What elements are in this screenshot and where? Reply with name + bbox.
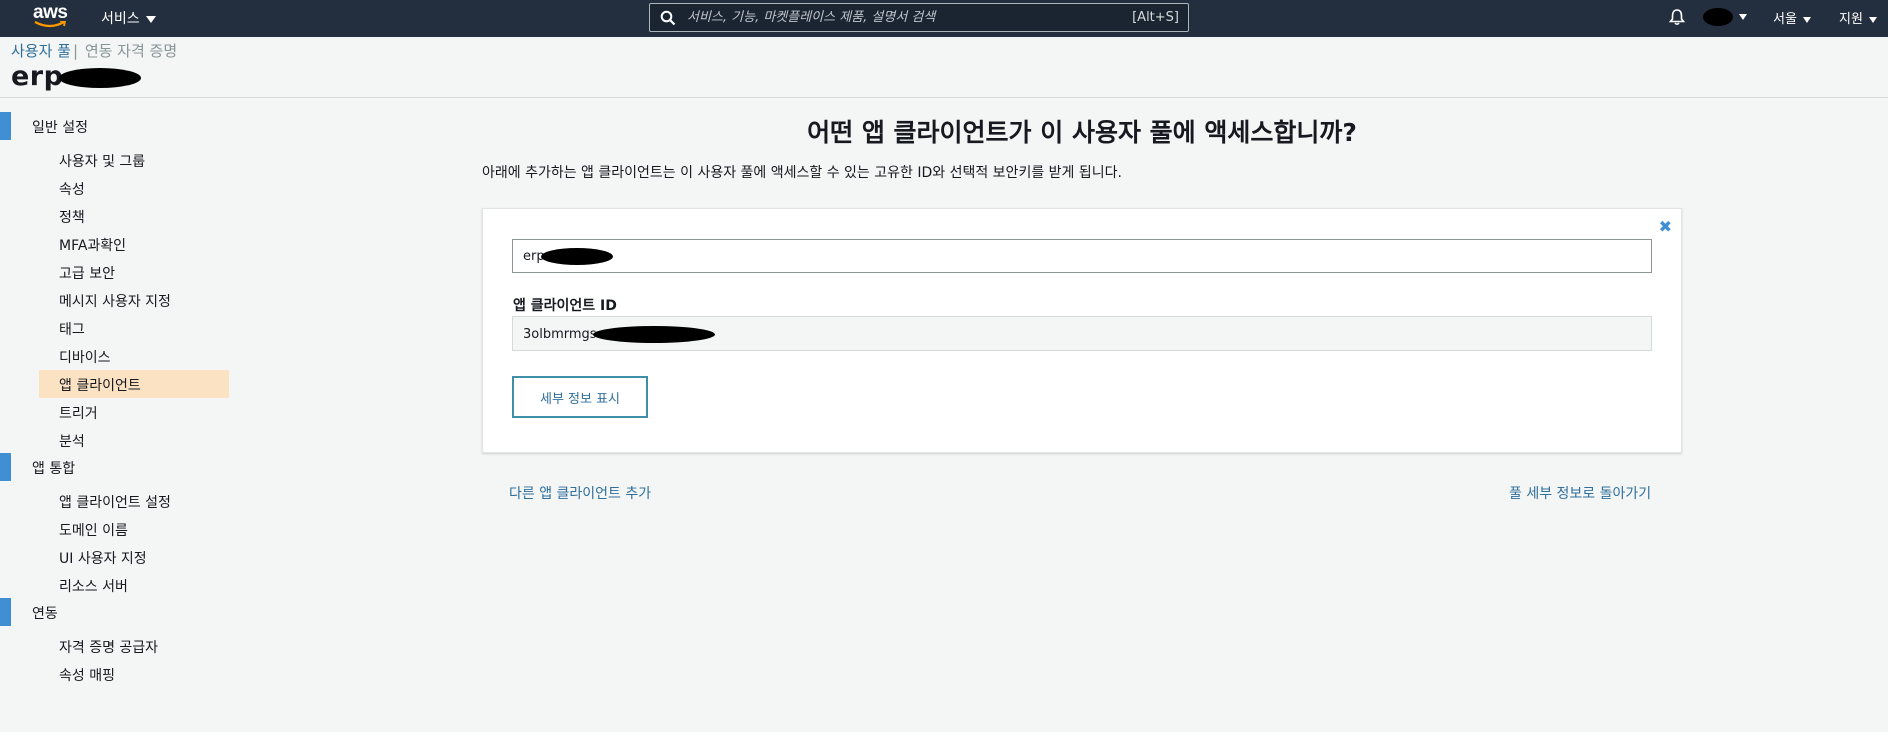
chevron-down-icon [145, 15, 156, 23]
breadcrumb: 사용자 풀 | 연동 자격 증명 [11, 40, 177, 61]
pool-name-text: erp [11, 61, 64, 92]
search-input[interactable] [685, 7, 1105, 28]
sidebar-item-label: 사용자 및 그룹 [59, 154, 146, 170]
redaction-mark [592, 326, 715, 343]
redaction-mark [59, 67, 142, 88]
sidebar-item-tags[interactable]: 태그 [39, 314, 229, 342]
support-menu[interactable]: 지원 [1839, 8, 1877, 27]
bell-icon[interactable] [1668, 8, 1686, 26]
sidebar-item-label: 도메인 이름 [59, 523, 128, 539]
sidebar-section-federation[interactable]: 연동 [0, 598, 240, 626]
aws-logo[interactable]: aws [33, 2, 69, 30]
account-menu[interactable] [1703, 6, 1747, 26]
sidebar-item-label: MFA과확인 [59, 238, 127, 254]
app-client-id-field: 3olbmrmgs [512, 316, 1652, 351]
search-shortcut-hint: [Alt+S] [1132, 10, 1179, 25]
support-label: 지원 [1839, 12, 1863, 27]
sidebar-item-label: 메시지 사용자 지정 [59, 294, 171, 310]
sidebar-item-label: 앱 클라이언트 설정 [59, 495, 171, 511]
main-heading: 어떤 앱 클라이언트가 이 사용자 풀에 액세스합니까? [807, 118, 1357, 147]
sidebar-item-ui-customization[interactable]: UI 사용자 지정 [39, 543, 229, 571]
services-menu[interactable]: 서비스 [101, 8, 156, 28]
sidebar-item-policies[interactable]: 정책 [39, 202, 229, 230]
sidebar-item-label: 정책 [59, 210, 85, 226]
sidebar-item-users-groups[interactable]: 사용자 및 그룹 [39, 146, 229, 174]
add-another-app-client-link[interactable]: 다른 앱 클라이언트 추가 [509, 483, 651, 503]
chevron-down-icon [1739, 13, 1747, 20]
close-icon[interactable]: ✖ [1659, 219, 1672, 235]
sidebar-item-attribute-mapping[interactable]: 속성 매핑 [39, 660, 229, 688]
sidebar-item-label: 태그 [59, 322, 85, 338]
sidebar-section-general[interactable]: 일반 설정 [0, 112, 240, 140]
aws-logo-text: aws [33, 2, 68, 23]
page-title: erp [11, 61, 142, 92]
account-name-redacted [1703, 7, 1733, 26]
sidebar-item-attributes[interactable]: 속성 [39, 174, 229, 202]
app-client-id-value: 3olbmrmgs [523, 327, 597, 342]
sidebar-item-label: 리소스 서버 [59, 579, 128, 595]
sidebar-item-label: 분석 [59, 434, 85, 450]
sidebar-item-identity-providers[interactable]: 자격 증명 공급자 [39, 632, 229, 660]
section-marker [0, 112, 11, 140]
sidebar-item-analytics[interactable]: 분석 [39, 426, 229, 454]
region-menu[interactable]: 서울 [1773, 8, 1811, 27]
region-label: 서울 [1773, 12, 1797, 27]
sidebar-item-advanced-security[interactable]: 고급 보안 [39, 258, 229, 286]
sidebar-item-label: 자격 증명 공급자 [59, 640, 159, 656]
return-to-pool-details-link[interactable]: 풀 세부 정보로 돌아가기 [1509, 483, 1651, 503]
sidebar-item-resource-servers[interactable]: 리소스 서버 [39, 571, 229, 599]
breadcrumb-user-pools-link[interactable]: 사용자 풀 [11, 42, 71, 60]
redaction-mark [540, 248, 613, 265]
services-label: 서비스 [101, 11, 140, 27]
sidebar-item-label: UI 사용자 지정 [59, 551, 147, 567]
top-navigation-bar: aws 서비스 [Alt+S] 서울 지원 [0, 0, 1888, 37]
section-label: 앱 통합 [32, 461, 76, 477]
sidebar-item-app-clients[interactable]: 앱 클라이언트 [39, 370, 229, 398]
sidebar-item-triggers[interactable]: 트리거 [39, 398, 229, 426]
sidebar-section-app-integration[interactable]: 앱 통합 [0, 453, 240, 481]
sidebar-item-label: 트리거 [59, 406, 98, 422]
search-icon [660, 10, 676, 26]
search-bar[interactable]: [Alt+S] [649, 3, 1189, 32]
app-client-id-label: 앱 클라이언트 ID [513, 298, 617, 314]
sidebar-item-label: 속성 [59, 182, 85, 198]
chevron-down-icon [1868, 16, 1877, 23]
sidebar-item-app-client-settings[interactable]: 앱 클라이언트 설정 [39, 487, 229, 515]
chevron-down-icon [1802, 16, 1811, 23]
sidebar-item-message-customization[interactable]: 메시지 사용자 지정 [39, 286, 229, 314]
app-client-name-field[interactable]: erp [512, 239, 1652, 273]
sidebar-item-domain-name[interactable]: 도메인 이름 [39, 515, 229, 543]
sidebar-item-label: 앱 클라이언트 [59, 378, 141, 394]
section-label: 연동 [32, 606, 58, 622]
breadcrumb-separator: | [72, 42, 79, 60]
section-marker [0, 453, 11, 481]
sidebar-item-label: 고급 보안 [59, 266, 115, 282]
sidebar-item-label: 디바이스 [59, 350, 111, 366]
sidebar-item-mfa[interactable]: MFA과확인 [39, 230, 229, 258]
sidebar-item-label: 속성 매핑 [59, 668, 115, 684]
section-marker [0, 598, 11, 626]
show-details-button[interactable]: 세부 정보 표시 [512, 376, 648, 418]
main-description: 아래에 추가하는 앱 클라이언트는 이 사용자 풀에 액세스할 수 있는 고유한… [482, 165, 1122, 181]
header-divider [0, 97, 1888, 98]
section-label: 일반 설정 [32, 120, 88, 136]
breadcrumb-current: 연동 자격 증명 [84, 42, 178, 60]
aws-smile-icon [34, 21, 66, 28]
sidebar-item-devices[interactable]: 디바이스 [39, 342, 229, 370]
app-client-card: ✖ erp 앱 클라이언트 ID 3olbmrmgs 세부 정보 표시 [482, 208, 1682, 453]
